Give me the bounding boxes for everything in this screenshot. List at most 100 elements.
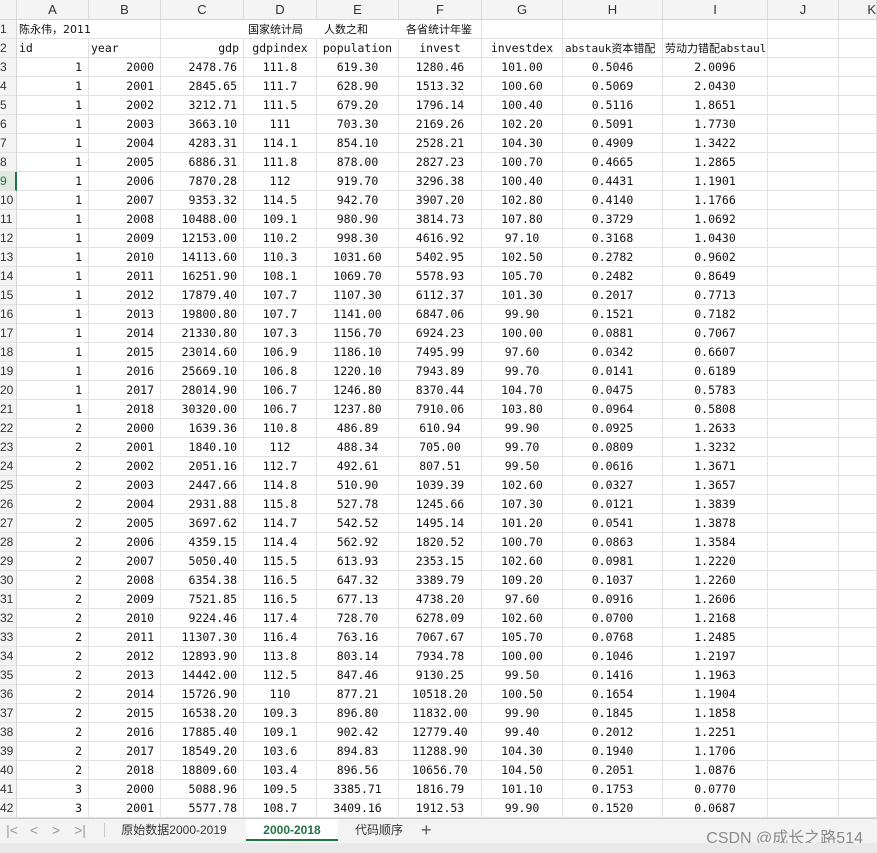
cell-gdpindex[interactable]: 111.7 bbox=[244, 77, 317, 96]
cell-abstaul[interactable]: 1.0430 bbox=[663, 229, 768, 248]
cell-j[interactable] bbox=[768, 590, 839, 609]
cell-year[interactable]: 2008 bbox=[89, 210, 161, 229]
cell-h2[interactable]: abstauk资本错配 bbox=[563, 39, 663, 58]
cell-gdpindex[interactable]: 106.9 bbox=[244, 343, 317, 362]
row-number[interactable]: 23 bbox=[0, 438, 17, 457]
cell-j[interactable] bbox=[768, 267, 839, 286]
cell-gdp[interactable]: 9353.32 bbox=[161, 191, 244, 210]
cell-id[interactable]: 3 bbox=[17, 780, 89, 799]
cell-k[interactable] bbox=[839, 419, 877, 438]
cell-j[interactable] bbox=[768, 115, 839, 134]
cell-invest[interactable]: 9130.25 bbox=[399, 666, 482, 685]
tab-raw-data[interactable]: 原始数据2000-2019 bbox=[108, 819, 240, 841]
cell-gdp[interactable]: 3212.71 bbox=[161, 96, 244, 115]
cell-abstauk[interactable]: 0.0327 bbox=[563, 476, 663, 495]
cell-gdpindex[interactable]: 112.5 bbox=[244, 666, 317, 685]
cell-j[interactable] bbox=[768, 324, 839, 343]
cell-gdp[interactable]: 19800.80 bbox=[161, 305, 244, 324]
cell-gdp[interactable]: 6354.38 bbox=[161, 571, 244, 590]
row-number[interactable]: 4 bbox=[0, 77, 17, 96]
cell-gdp[interactable]: 2447.66 bbox=[161, 476, 244, 495]
row-number[interactable]: 42 bbox=[0, 799, 17, 818]
cell-j[interactable] bbox=[768, 286, 839, 305]
cell-id[interactable]: 1 bbox=[17, 381, 89, 400]
cell-k[interactable] bbox=[839, 590, 877, 609]
cell-year[interactable]: 2001 bbox=[89, 799, 161, 818]
cell-year[interactable]: 2003 bbox=[89, 115, 161, 134]
cell-k[interactable] bbox=[839, 324, 877, 343]
cell-invest[interactable]: 807.51 bbox=[399, 457, 482, 476]
cell-j[interactable] bbox=[768, 191, 839, 210]
cell-year[interactable]: 2017 bbox=[89, 742, 161, 761]
cell-gdpindex[interactable]: 111.8 bbox=[244, 58, 317, 77]
cell-k[interactable] bbox=[839, 761, 877, 780]
cell-k[interactable] bbox=[839, 172, 877, 191]
cell-invest[interactable]: 1816.79 bbox=[399, 780, 482, 799]
row-number[interactable]: 1 bbox=[0, 20, 17, 39]
cell-id[interactable]: 1 bbox=[17, 172, 89, 191]
cell-id[interactable]: 1 bbox=[17, 191, 89, 210]
cell-k[interactable] bbox=[839, 780, 877, 799]
cell-j2[interactable] bbox=[768, 39, 839, 58]
cell-population[interactable]: 803.14 bbox=[317, 647, 399, 666]
cell-id[interactable]: 1 bbox=[17, 77, 89, 96]
cell-population[interactable]: 1186.10 bbox=[317, 343, 399, 362]
cell-investdex[interactable]: 109.20 bbox=[482, 571, 563, 590]
row-number[interactable]: 11 bbox=[0, 210, 17, 229]
cell-invest[interactable]: 12779.40 bbox=[399, 723, 482, 742]
cell-invest[interactable]: 3814.73 bbox=[399, 210, 482, 229]
cell-k[interactable] bbox=[839, 647, 877, 666]
cell-invest[interactable]: 3389.79 bbox=[399, 571, 482, 590]
cell-invest[interactable]: 2169.26 bbox=[399, 115, 482, 134]
cell-investdex[interactable]: 107.30 bbox=[482, 495, 563, 514]
cell-investdex[interactable]: 99.90 bbox=[482, 419, 563, 438]
cell-abstauk[interactable]: 0.0768 bbox=[563, 628, 663, 647]
cell-abstauk[interactable]: 0.0700 bbox=[563, 609, 663, 628]
cell-invest[interactable]: 7495.99 bbox=[399, 343, 482, 362]
cell-abstaul[interactable]: 2.0096 bbox=[663, 58, 768, 77]
cell-id[interactable]: 2 bbox=[17, 514, 89, 533]
cell-year[interactable]: 2009 bbox=[89, 590, 161, 609]
cell-gdpindex[interactable]: 107.7 bbox=[244, 305, 317, 324]
cell-abstaul[interactable]: 1.2251 bbox=[663, 723, 768, 742]
cell-investdex[interactable]: 97.60 bbox=[482, 343, 563, 362]
cell-j[interactable] bbox=[768, 134, 839, 153]
cell-investdex[interactable]: 101.00 bbox=[482, 58, 563, 77]
cell-abstauk[interactable]: 0.0121 bbox=[563, 495, 663, 514]
cell-invest[interactable]: 610.94 bbox=[399, 419, 482, 438]
cell-abstaul[interactable]: 0.8649 bbox=[663, 267, 768, 286]
cell-id[interactable]: 1 bbox=[17, 267, 89, 286]
cell-invest[interactable]: 3296.38 bbox=[399, 172, 482, 191]
cell-gdp[interactable]: 18549.20 bbox=[161, 742, 244, 761]
cell-invest[interactable]: 6847.06 bbox=[399, 305, 482, 324]
cell-id[interactable]: 2 bbox=[17, 457, 89, 476]
cell-gdp[interactable]: 11307.30 bbox=[161, 628, 244, 647]
cell-year[interactable]: 2016 bbox=[89, 362, 161, 381]
row-number[interactable]: 3 bbox=[0, 58, 17, 77]
cell-population[interactable]: 902.42 bbox=[317, 723, 399, 742]
cell-abstauk[interactable]: 0.5116 bbox=[563, 96, 663, 115]
cell-population[interactable]: 878.00 bbox=[317, 153, 399, 172]
row-number[interactable]: 2 bbox=[0, 39, 17, 58]
cell-investdex[interactable]: 97.10 bbox=[482, 229, 563, 248]
row-number[interactable]: 17 bbox=[0, 324, 17, 343]
cell-id[interactable]: 1 bbox=[17, 362, 89, 381]
cell-k[interactable] bbox=[839, 229, 877, 248]
column-header-d[interactable]: D bbox=[244, 0, 317, 19]
cell-invest[interactable]: 5402.95 bbox=[399, 248, 482, 267]
cell-j[interactable] bbox=[768, 400, 839, 419]
cell-abstauk[interactable]: 0.3168 bbox=[563, 229, 663, 248]
cell-abstaul[interactable]: 1.1963 bbox=[663, 666, 768, 685]
cell-year[interactable]: 2007 bbox=[89, 552, 161, 571]
cell-population[interactable]: 1246.80 bbox=[317, 381, 399, 400]
cell-abstaul[interactable]: 1.2260 bbox=[663, 571, 768, 590]
cell-abstaul[interactable]: 0.7713 bbox=[663, 286, 768, 305]
cell-invest[interactable]: 7067.67 bbox=[399, 628, 482, 647]
cell-e1[interactable]: 人数之和 bbox=[317, 20, 399, 39]
cell-id[interactable]: 1 bbox=[17, 229, 89, 248]
cell-gdpindex[interactable]: 108.7 bbox=[244, 799, 317, 818]
cell-gdpindex[interactable]: 109.5 bbox=[244, 780, 317, 799]
cell-population[interactable]: 998.30 bbox=[317, 229, 399, 248]
cell-investdex[interactable]: 99.40 bbox=[482, 723, 563, 742]
cell-population[interactable]: 527.78 bbox=[317, 495, 399, 514]
